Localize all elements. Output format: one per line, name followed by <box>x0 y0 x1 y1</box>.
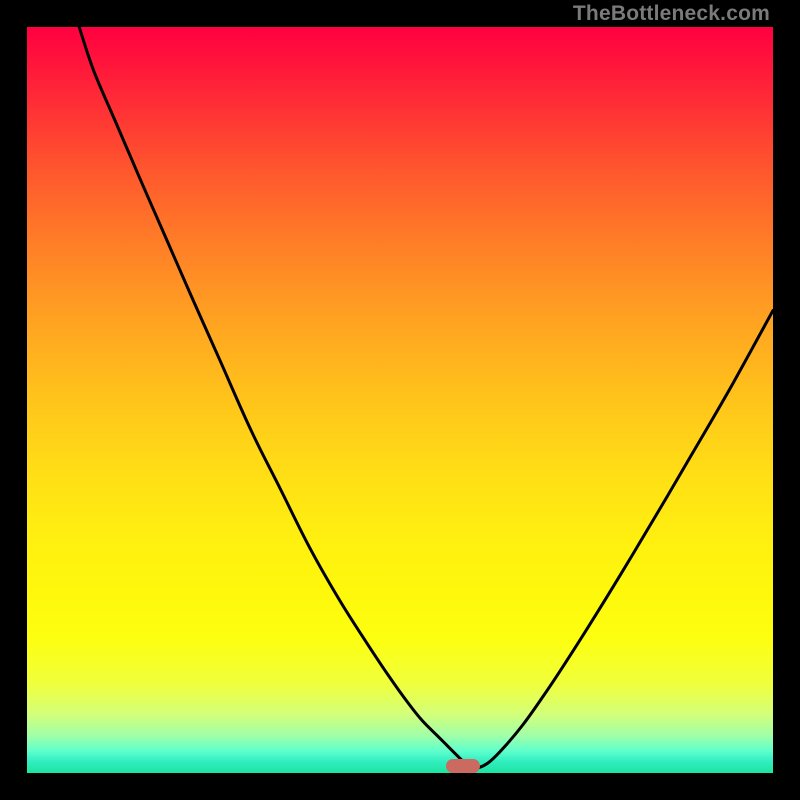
watermark-text: TheBottleneck.com <box>573 2 770 26</box>
bottleneck-curve <box>27 27 773 773</box>
plot-area <box>27 27 773 773</box>
min-marker <box>446 759 480 773</box>
chart-frame: TheBottleneck.com <box>0 0 800 800</box>
